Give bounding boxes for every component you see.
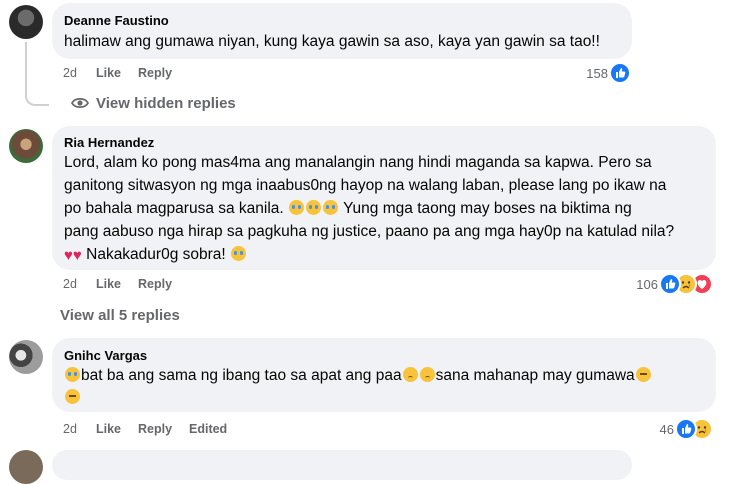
avatar[interactable]: [9, 450, 43, 484]
comment-author[interactable]: Ria Hernandez: [64, 135, 154, 150]
crying-emoji: [65, 367, 80, 382]
comment-text-line-1: bat ba ang sama ng ibang tao sa apat ang…: [64, 366, 652, 387]
broken-heart-emoji: ♥: [64, 247, 73, 264]
avatar[interactable]: [9, 5, 43, 39]
comment-bubble: [52, 450, 632, 480]
sleepy-emoji: [635, 367, 651, 382]
comment-text: halimaw ang gumawa niyan, kung kaya gawi…: [64, 33, 600, 50]
reaction-count[interactable]: 46: [652, 422, 674, 437]
like-reaction-icon[interactable]: [609, 62, 631, 84]
comment-text-segment: sana mahanap may gumawa: [435, 367, 635, 384]
avatar[interactable]: [9, 340, 43, 374]
comment-text-line: ganitong sitwasyon ng mga inaabus0ng hay…: [64, 177, 667, 194]
avatar[interactable]: [9, 129, 43, 163]
comment-text-line-3: po bahala magparusa sa kanila. Yung mga …: [64, 199, 632, 220]
reply-button[interactable]: Reply: [138, 422, 172, 436]
reaction-count[interactable]: 158: [580, 66, 608, 81]
sleepy-emoji: [65, 389, 80, 404]
comment-text-segment: po bahala magparusa sa kanila.: [64, 200, 284, 217]
like-reaction-icon[interactable]: [659, 273, 681, 295]
like-button[interactable]: Like: [96, 422, 121, 436]
comment-text-segment: Yung mga taong may boses na biktima ng: [343, 200, 632, 217]
broken-heart-emoji: ♥: [72, 247, 82, 264]
comment-text-line-2: [64, 388, 81, 409]
comment-text-segment: Nakakadur0g sobra!: [86, 246, 226, 263]
reply-button[interactable]: Reply: [138, 66, 172, 80]
reply-button[interactable]: Reply: [138, 277, 172, 291]
crying-emoji: [289, 200, 305, 215]
reaction-count[interactable]: 106: [628, 277, 658, 292]
crying-emoji: [231, 246, 247, 261]
sad-emoji: [402, 367, 418, 382]
crying-emoji: [323, 200, 339, 215]
like-button[interactable]: Like: [96, 66, 121, 80]
like-reaction-icon[interactable]: [675, 418, 697, 440]
comment-time[interactable]: 2d: [63, 422, 77, 436]
comment-author[interactable]: Deanne Faustino: [64, 13, 169, 28]
comment-author[interactable]: Gnihc Vargas: [64, 348, 147, 363]
view-hidden-replies-link[interactable]: View hidden replies: [96, 95, 236, 112]
edited-label[interactable]: Edited: [189, 422, 227, 436]
comment-text-line-6: ♥♥ Nakakadur0g sobra!: [64, 245, 247, 267]
sad-emoji: [419, 367, 435, 382]
comment-text-line: Lord, alam ko pong mas4ma ang manalangin…: [64, 154, 652, 171]
comment-text-line: pang aabuso nga hirap sa pagkuha ng just…: [64, 223, 675, 240]
comment-text-segment: bat ba ang sama ng ibang tao sa apat ang…: [81, 367, 402, 384]
comment-time[interactable]: 2d: [63, 66, 77, 80]
thread-line: [25, 42, 49, 106]
eye-icon: [70, 96, 90, 110]
crying-emoji: [306, 200, 322, 215]
comment-time[interactable]: 2d: [63, 277, 77, 291]
like-button[interactable]: Like: [96, 277, 121, 291]
view-all-replies-link[interactable]: View all 5 replies: [60, 307, 180, 324]
